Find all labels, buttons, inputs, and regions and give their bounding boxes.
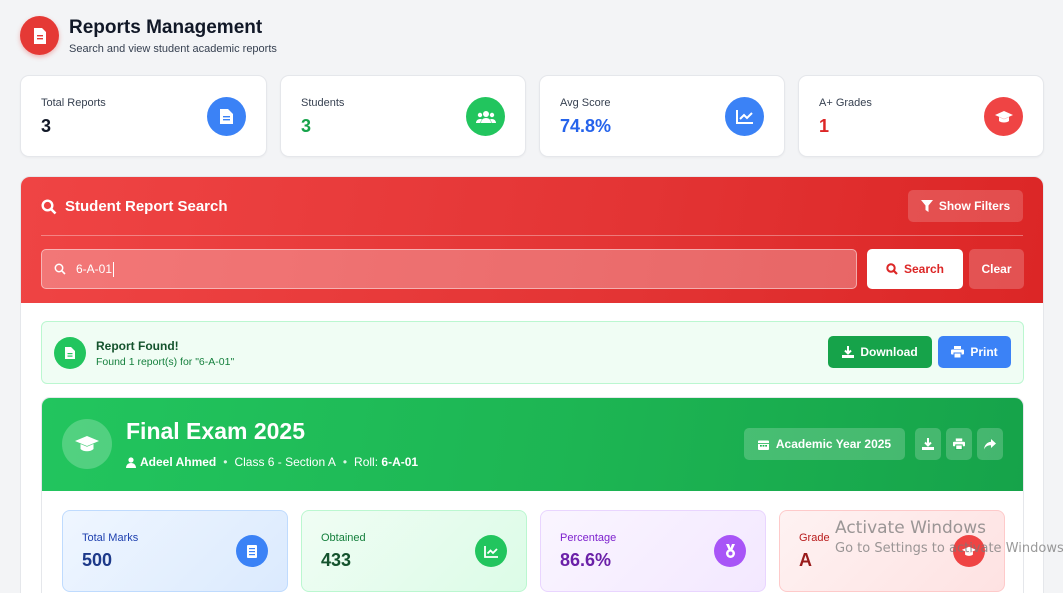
share-icon <box>984 438 996 449</box>
clear-button[interactable]: Clear <box>969 249 1024 289</box>
stat-value: 1 <box>819 116 830 136</box>
page-title: Reports Management <box>69 16 263 38</box>
book-icon <box>236 535 268 567</box>
report-header: Final Exam 2025 Adeel Ahmed • Class 6 - … <box>42 398 1023 491</box>
card-value: 500 <box>82 550 113 570</box>
watermark-line-1: Activate Windows <box>835 518 986 538</box>
search-button[interactable]: Search <box>867 249 963 289</box>
watermark-line-2: Go to Settings to activate Windows. <box>835 541 1063 556</box>
stat-value: 3 <box>41 116 52 136</box>
stat-label: Total Reports <box>41 97 106 109</box>
text-caret <box>113 261 115 277</box>
report-share-button[interactable] <box>977 428 1003 460</box>
search-icon <box>886 263 898 275</box>
student-name: Adeel Ahmed <box>140 455 217 469</box>
windows-activation-watermark: Activate Windows Go to Settings to activ… <box>835 518 1063 556</box>
stat-card-avg-score: Avg Score 74.8% <box>539 75 785 157</box>
separator: • <box>342 455 348 469</box>
search-icon <box>54 263 66 275</box>
calendar-icon <box>757 440 769 450</box>
search-query: 6-A-01 <box>76 262 113 276</box>
chart-line-icon <box>475 535 507 567</box>
report-found-alert: Report Found! Found 1 report(s) for "6-A… <box>41 321 1024 384</box>
card-value: A <box>799 550 812 570</box>
divider <box>41 235 1023 236</box>
percentage-card: Percentage 86.6% <box>540 510 766 592</box>
academic-year-badge[interactable]: Academic Year 2025 <box>744 428 905 460</box>
alert-title: Report Found! <box>96 339 179 353</box>
obtained-marks-card: Obtained 433 <box>301 510 527 592</box>
search-input[interactable]: 6-A-01 <box>41 249 857 289</box>
print-icon <box>951 346 965 358</box>
stat-label: Avg Score <box>560 97 611 109</box>
report-card: Final Exam 2025 Adeel Ahmed • Class 6 - … <box>41 397 1024 593</box>
total-marks-card: Total Marks 500 <box>62 510 288 592</box>
download-icon <box>842 346 855 358</box>
stat-card-a-plus-grades: A+ Grades 1 <box>798 75 1044 157</box>
card-label: Grade <box>799 532 830 544</box>
report-title: Final Exam 2025 <box>126 418 305 444</box>
print-button[interactable]: Print <box>938 336 1011 368</box>
filter-icon <box>920 200 933 212</box>
stat-label: Students <box>301 97 345 109</box>
report-meta: Adeel Ahmed • Class 6 - Section A • Roll… <box>126 455 418 469</box>
stat-card-students: Students 3 <box>280 75 526 157</box>
card-value: 86.6% <box>560 550 612 570</box>
class-section: Class 6 - Section A <box>234 455 336 469</box>
graduation-cap-icon <box>984 97 1023 136</box>
print-icon <box>953 438 965 450</box>
download-icon <box>922 438 934 450</box>
card-value: 433 <box>321 550 352 570</box>
graduation-cap-icon <box>62 419 112 469</box>
stat-card-total-reports: Total Reports 3 <box>20 75 267 157</box>
card-label: Obtained <box>321 532 366 544</box>
stat-label: A+ Grades <box>819 97 872 109</box>
card-label: Percentage <box>560 532 617 544</box>
medal-icon <box>714 535 746 567</box>
document-icon <box>207 97 246 136</box>
chart-line-icon <box>725 97 764 136</box>
document-icon <box>54 337 86 369</box>
stat-value: 3 <box>301 116 312 136</box>
card-label: Total Marks <box>82 532 139 544</box>
roll-label: Roll: <box>354 455 379 469</box>
separator: • <box>223 455 228 469</box>
search-header: Student Report Search Show Filters 6-A-0… <box>21 177 1043 303</box>
download-button[interactable]: Download <box>828 336 932 368</box>
show-filters-button[interactable]: Show Filters <box>908 190 1023 222</box>
alert-message: Found 1 report(s) for "6-A-01" <box>96 356 235 368</box>
roll-number: 6-A-01 <box>381 455 419 469</box>
report-print-button[interactable] <box>946 428 972 460</box>
users-icon <box>466 97 505 136</box>
document-icon <box>20 16 59 55</box>
stat-value: 74.8% <box>560 116 612 136</box>
page-subtitle: Search and view student academic reports <box>69 42 277 55</box>
search-title: Student Report Search <box>41 198 228 215</box>
report-download-button[interactable] <box>915 428 941 460</box>
stats-row: Total Reports 3 Students 3 Avg Score 74.… <box>20 75 1044 157</box>
page-header: Reports Management Search and view stude… <box>20 16 277 55</box>
search-icon <box>41 198 57 214</box>
user-icon <box>126 456 136 468</box>
